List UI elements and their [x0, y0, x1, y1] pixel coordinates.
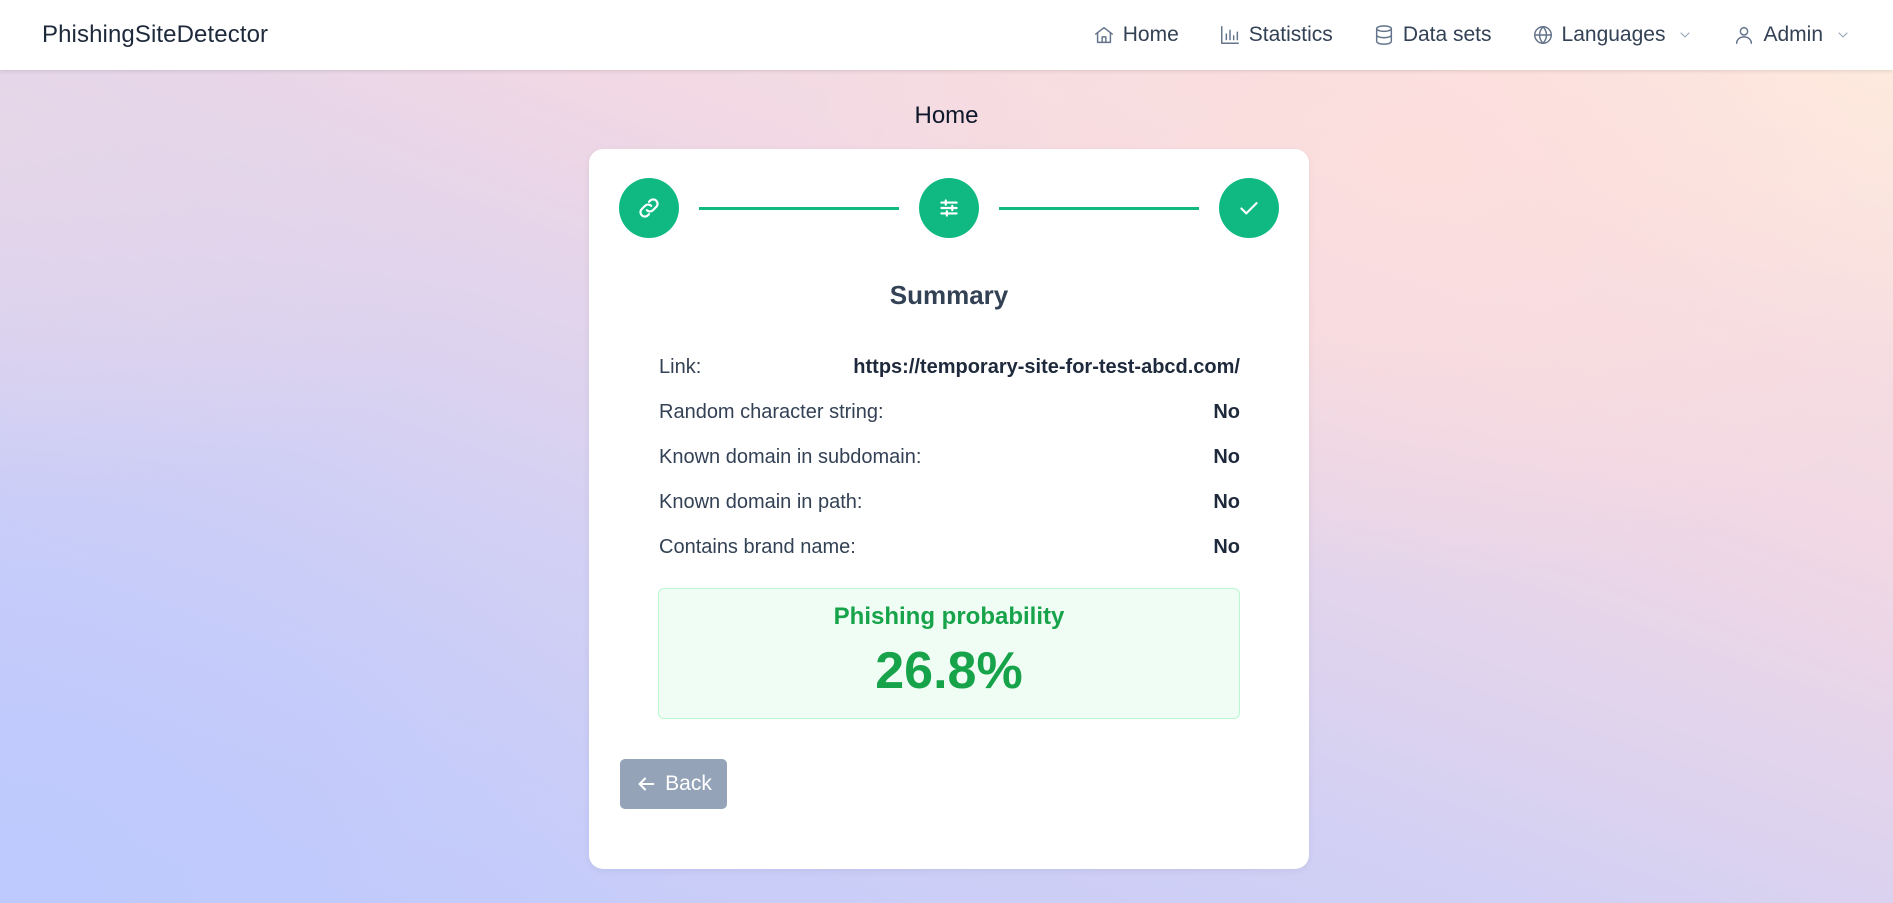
- summary-row-brand-name: Contains brand name: No: [659, 525, 1240, 570]
- sliders-icon: [940, 199, 958, 217]
- summary-list: Link: https://temporary-site-for-test-ab…: [659, 345, 1240, 570]
- nav-admin-label: Admin: [1763, 23, 1823, 46]
- step-parameters: [919, 178, 979, 238]
- step-connector: [699, 207, 899, 210]
- step-summary: [1219, 178, 1279, 238]
- row-label: Known domain in subdomain:: [659, 446, 922, 468]
- nav-data-sets-label: Data sets: [1402, 23, 1492, 46]
- row-label: Random character string:: [659, 401, 884, 423]
- summary-row-link: Link: https://temporary-site-for-test-ab…: [659, 345, 1240, 390]
- row-value: No: [1213, 536, 1240, 558]
- page-title: Home: [914, 102, 979, 129]
- back-button[interactable]: Back: [620, 759, 727, 809]
- arrow-left-icon: [638, 777, 655, 791]
- nav-languages-label: Languages: [1561, 23, 1666, 46]
- brand-logo[interactable]: PhishingSiteDetector: [42, 21, 268, 49]
- phishing-probability-box: Phishing probability 26.8%: [658, 588, 1240, 719]
- summary-row-random-string: Random character string: No: [659, 390, 1240, 435]
- step-link: [619, 178, 679, 238]
- nav-data-sets[interactable]: Data sets: [1373, 23, 1492, 47]
- row-value: No: [1213, 491, 1240, 513]
- nav-statistics-label: Statistics: [1248, 23, 1333, 46]
- user-icon: [1736, 26, 1753, 44]
- nav-statistics[interactable]: Statistics: [1219, 23, 1333, 47]
- globe-icon: [1533, 26, 1552, 44]
- summary-title: Summary: [889, 280, 1009, 310]
- row-label: Known domain in path:: [659, 491, 863, 513]
- link-icon: [639, 198, 659, 218]
- row-label: Contains brand name:: [659, 536, 856, 558]
- phishing-probability-label: Phishing probability: [833, 603, 1065, 630]
- row-value: No: [1213, 446, 1240, 468]
- row-value: No: [1213, 401, 1240, 423]
- nav-languages-dropdown[interactable]: Languages: [1532, 23, 1694, 47]
- nav-home[interactable]: Home: [1093, 23, 1179, 47]
- summary-row-domain-subdomain: Known domain in subdomain: No: [659, 435, 1240, 480]
- nav-admin-dropdown[interactable]: Admin: [1733, 23, 1851, 47]
- database-icon: [1375, 25, 1392, 45]
- check-icon: [1240, 202, 1258, 215]
- row-label: Link:: [659, 356, 702, 378]
- row-value: https://temporary-site-for-test-abcd.com…: [853, 356, 1240, 378]
- nav-home-label: Home: [1122, 23, 1179, 46]
- bar-chart-icon: [1220, 26, 1239, 44]
- top-navbar: PhishingSiteDetector Home Statistics Dat…: [0, 0, 1893, 70]
- main-nav: Home Statistics Data sets Languages Admi…: [1053, 23, 1851, 47]
- home-icon: [1094, 26, 1113, 44]
- back-button-label: Back: [665, 772, 712, 795]
- chevron-down-icon: [1838, 32, 1848, 38]
- summary-card: Summary Link: https://temporary-site-for…: [589, 149, 1309, 869]
- summary-row-domain-path: Known domain in path: No: [659, 480, 1240, 525]
- chevron-down-icon: [1680, 32, 1691, 38]
- phishing-probability-value: 26.8%: [875, 642, 1023, 700]
- step-connector: [999, 207, 1199, 210]
